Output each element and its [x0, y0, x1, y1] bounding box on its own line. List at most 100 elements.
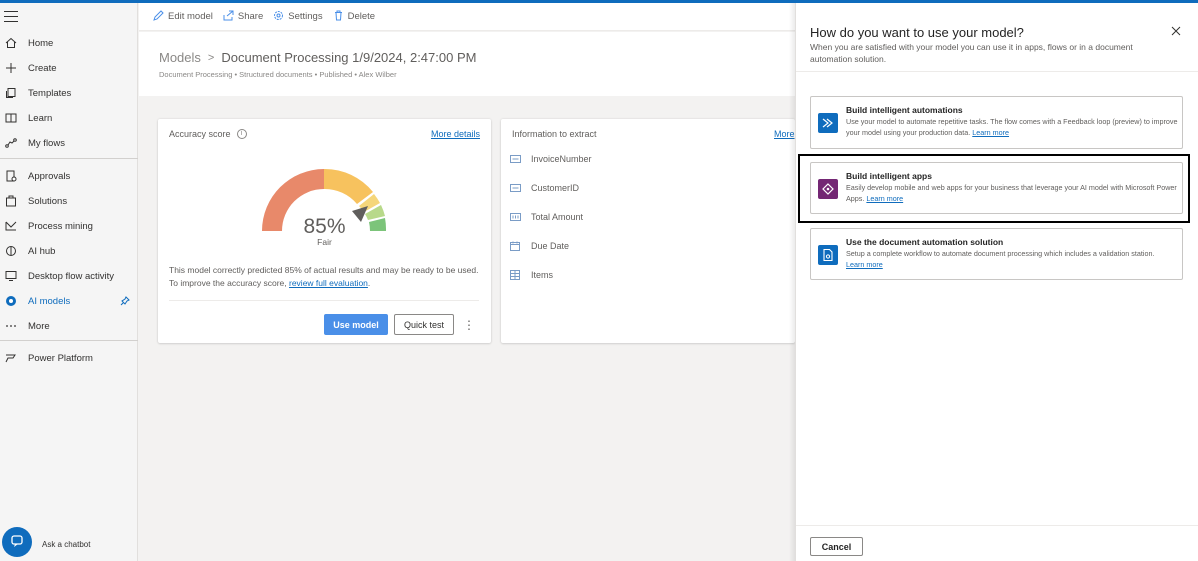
learn-more-link[interactable]: Learn more [972, 128, 1009, 137]
panel-divider [796, 71, 1198, 72]
sidebar-item-learn[interactable]: Learn [0, 106, 138, 130]
sidebar-item-label: Templates [28, 87, 72, 99]
sidebar-divider [0, 340, 138, 341]
chatbot-label: Ask a chatbot [42, 540, 91, 549]
accuracy-card: Accuracy score i More details 85% Fair T… [158, 119, 491, 343]
share-icon [223, 10, 238, 24]
share-button[interactable]: Share [223, 10, 263, 24]
option-description-text: Use your model to automate repetitive ta… [846, 117, 1178, 137]
sidebar-item-my-flows[interactable]: My flows [0, 131, 138, 155]
sidebar-item-templates[interactable]: Templates [0, 81, 138, 105]
text-field-icon [509, 154, 521, 164]
sidebar-item-label: My flows [28, 137, 65, 149]
sidebar-item-label: More [28, 320, 50, 332]
flows-icon [4, 136, 18, 150]
option-description: Use your model to automate repetitive ta… [846, 116, 1179, 138]
sidebar-item-label: Process mining [28, 220, 93, 232]
panel-title: How do you want to use your model? [810, 25, 1024, 40]
approvals-icon [4, 169, 18, 183]
process-mining-icon [4, 219, 18, 233]
pencil-icon [153, 9, 168, 24]
edit-model-button[interactable]: Edit model [153, 9, 213, 24]
breadcrumb-models-link[interactable]: Models [159, 50, 201, 65]
plus-icon [4, 61, 18, 75]
settings-button[interactable]: Settings [273, 10, 323, 24]
date-field-icon [509, 241, 521, 251]
home-icon [4, 36, 18, 50]
field-label: Items [531, 270, 554, 280]
panel-subtitle: When you are satisfied with your model y… [810, 42, 1133, 64]
more-icon [4, 319, 18, 333]
field-item: Due Date [509, 241, 569, 251]
templates-icon [4, 86, 18, 100]
field-item: InvoiceNumber [509, 154, 592, 164]
sidebar-item-solutions[interactable]: Solutions [0, 189, 138, 213]
power-automate-icon [818, 113, 838, 133]
use-model-button[interactable]: Use model [324, 314, 388, 335]
number-field-icon [509, 212, 521, 222]
power-platform-icon [4, 351, 18, 365]
sidebar-item-label: Desktop flow activity [28, 270, 115, 282]
sidebar-item-process-mining[interactable]: Process mining [0, 214, 138, 238]
solutions-icon [4, 194, 18, 208]
accuracy-title: Accuracy score i [169, 129, 247, 139]
option-description-text: Setup a complete workflow to automate do… [846, 249, 1155, 258]
learn-more-link[interactable]: Learn more [866, 194, 903, 203]
sidebar-item-ai-models[interactable]: AI models [0, 289, 138, 313]
table-field-icon [509, 270, 521, 280]
breadcrumb: Models > Document Processing 1/9/2024, 2… [159, 50, 476, 65]
option-title: Build intelligent apps [846, 171, 932, 181]
sidebar-item-create[interactable]: Create [0, 56, 138, 80]
sidebar-item-approvals[interactable]: Approvals [0, 164, 138, 188]
accuracy-percent: 85% [303, 215, 346, 238]
main-content: Edit model Share Settings Delete Models … [139, 3, 795, 561]
delete-label: Delete [347, 11, 376, 22]
sidebar-item-label: Solutions [28, 195, 68, 207]
card-divider [169, 300, 479, 301]
chevron-right-icon: > [207, 51, 215, 64]
sidebar-item-desktop-flow-activity[interactable]: Desktop flow activity [0, 264, 138, 288]
sidebar-item-label: AI hub [28, 245, 56, 257]
book-icon [4, 111, 18, 125]
sidebar-item-more[interactable]: More [0, 314, 138, 338]
close-icon[interactable] [1171, 25, 1185, 39]
sidebar-item-label: Learn [28, 112, 53, 124]
chatbot-button[interactable] [2, 527, 32, 557]
option-intelligent-apps[interactable]: Build intelligent apps Easily develop mo… [810, 162, 1183, 214]
sidebar-item-home[interactable]: Home [0, 31, 138, 55]
field-label: Total Amount [531, 212, 584, 222]
more-options-icon[interactable]: ⋮ [461, 314, 477, 335]
option-description: Setup a complete workflow to automate do… [846, 248, 1179, 270]
option-description: Easily develop mobile and web apps for y… [846, 182, 1179, 204]
accuracy-description-end: . [367, 278, 371, 288]
accuracy-description: This model correctly predicted 85% of ac… [169, 264, 479, 290]
share-label: Share [237, 11, 264, 22]
option-title: Use the document automation solution [846, 237, 1004, 247]
sidebar-item-power-platform[interactable]: Power Platform [0, 346, 138, 370]
hamburger-menu-icon[interactable] [4, 11, 18, 23]
pin-icon[interactable] [120, 295, 130, 309]
review-evaluation-link[interactable]: review full evaluation [289, 278, 368, 288]
edit-model-label: Edit model [168, 11, 213, 22]
sidebar-item-label: Home [28, 37, 54, 49]
option-document-automation[interactable]: Use the document automation solution Set… [810, 228, 1183, 280]
learn-more-link[interactable]: Learn more [846, 260, 883, 269]
sidebar-item-label: Power Platform [28, 352, 93, 364]
page-header: Models > Document Processing 1/9/2024, 2… [139, 32, 795, 96]
delete-button[interactable]: Delete [333, 10, 375, 24]
desktop-flow-icon [4, 269, 18, 283]
information-title: Information to extract [512, 129, 597, 139]
chat-icon [10, 534, 24, 551]
more-details-link[interactable]: More details [431, 129, 480, 139]
quick-test-button[interactable]: Quick test [394, 314, 454, 335]
info-icon[interactable]: i [236, 129, 247, 139]
sidebar-divider [0, 158, 138, 159]
information-card: Information to extract More InvoiceNumbe… [501, 119, 795, 343]
accuracy-rating: Fair [317, 237, 332, 247]
ai-hub-icon [4, 244, 18, 258]
field-item: CustomerID [509, 183, 579, 193]
option-intelligent-automations[interactable]: Build intelligent automations Use your m… [810, 96, 1183, 149]
sidebar-item-ai-hub[interactable]: AI hub [0, 239, 138, 263]
cancel-button[interactable]: Cancel [810, 537, 863, 556]
option-title: Build intelligent automations [846, 105, 963, 115]
